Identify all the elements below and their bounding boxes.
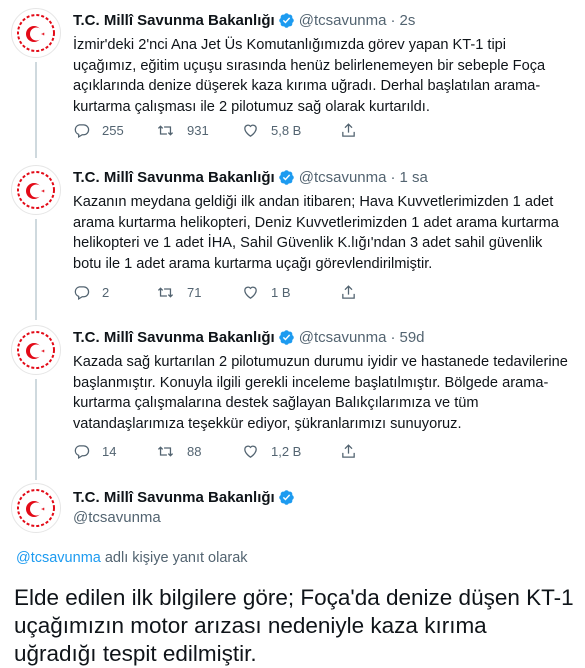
like-count: 5,8 B xyxy=(271,123,302,138)
account-name[interactable]: T.C. Millî Savunma Bakanlığı xyxy=(73,329,275,346)
heart-icon xyxy=(244,445,257,458)
account-handle[interactable]: @tcsavunma xyxy=(73,509,161,526)
retweet-icon xyxy=(157,125,174,136)
msb-emblem-icon xyxy=(17,489,55,527)
tweet-timestamp[interactable]: 59d xyxy=(399,329,424,346)
account-handle[interactable]: @tcsavunma xyxy=(299,169,387,186)
retweet-button[interactable]: 931 xyxy=(156,122,242,139)
tweet-1[interactable]: T.C. Millî Savunma Bakanlığı @tcsavunma … xyxy=(0,8,585,158)
avatar[interactable] xyxy=(11,8,61,58)
heart-icon xyxy=(244,124,257,137)
thread-line xyxy=(35,219,37,320)
share-button[interactable] xyxy=(340,284,369,301)
like-button[interactable]: 5,8 B xyxy=(242,122,340,139)
retweet-icon xyxy=(157,287,174,298)
share-icon xyxy=(342,123,355,137)
msb-emblem-icon xyxy=(17,331,55,369)
like-button[interactable]: 1,2 B xyxy=(242,443,340,460)
tweet-timestamp[interactable]: 1 sa xyxy=(399,169,427,186)
reply-button[interactable]: 2 xyxy=(73,284,156,301)
like-button[interactable]: 1 B xyxy=(242,284,340,301)
tweet-actions: 255 931 5,8 B xyxy=(73,122,369,139)
account-handle[interactable]: @tcsavunma xyxy=(299,12,387,29)
verified-badge-icon xyxy=(278,169,295,186)
retweet-button[interactable]: 71 xyxy=(156,284,242,301)
account-handle[interactable]: @tcsavunma xyxy=(299,329,387,346)
reply-button[interactable]: 255 xyxy=(73,122,156,139)
reply-icon xyxy=(74,445,90,460)
tweet-3[interactable]: T.C. Millî Savunma Bakanlığı @tcsavunma … xyxy=(0,325,585,480)
focused-tweet-header[interactable]: T.C. Millî Savunma Bakanlığı @tcsavunma xyxy=(0,483,585,543)
heart-icon xyxy=(244,286,257,299)
share-icon xyxy=(342,285,355,299)
reply-icon xyxy=(74,124,90,139)
retweet-button[interactable]: 88 xyxy=(156,443,242,460)
retweet-icon xyxy=(157,446,174,457)
tweet-2[interactable]: T.C. Millî Savunma Bakanlığı @tcsavunma … xyxy=(0,165,585,320)
avatar[interactable] xyxy=(11,483,61,533)
share-icon xyxy=(342,444,355,458)
reply-to-handle-link[interactable]: @tcsavunma xyxy=(16,550,101,566)
tweet-text: Kazanın meydana geldiği ilk andan itibar… xyxy=(73,194,559,272)
account-name[interactable]: T.C. Millî Savunma Bakanlığı xyxy=(73,169,275,186)
share-button[interactable] xyxy=(340,443,369,460)
tweet-text: İzmir'deki 2'nci Ana Jet Üs Komutanlığım… xyxy=(73,37,546,115)
reply-count: 14 xyxy=(102,444,117,459)
avatar[interactable] xyxy=(11,165,61,215)
thread-line xyxy=(35,62,37,158)
like-count: 1,2 B xyxy=(271,444,302,459)
msb-emblem-icon xyxy=(17,171,55,209)
retweet-count: 71 xyxy=(187,285,202,300)
thread-line xyxy=(35,379,37,480)
retweet-count: 88 xyxy=(187,444,202,459)
avatar[interactable] xyxy=(11,325,61,375)
reply-icon xyxy=(74,286,90,301)
tweet-actions: 14 88 1,2 B xyxy=(73,443,369,460)
reply-count: 2 xyxy=(102,285,110,300)
reply-to-suffix: adlı kişiye yanıt olarak xyxy=(100,550,248,566)
reply-button[interactable]: 14 xyxy=(73,443,156,460)
msb-emblem-icon xyxy=(17,14,55,52)
tweet-timestamp[interactable]: 2s xyxy=(399,12,415,29)
tweet-text: Kazada sağ kurtarılan 2 pilotumuzun duru… xyxy=(73,354,568,432)
verified-badge-icon xyxy=(278,329,295,346)
share-button[interactable] xyxy=(340,122,369,139)
retweet-count: 931 xyxy=(187,123,209,138)
account-name[interactable]: T.C. Millî Savunma Bakanlığı xyxy=(73,12,275,29)
tweet-actions: 2 71 1 B xyxy=(73,284,369,301)
account-name[interactable]: T.C. Millî Savunma Bakanlığı xyxy=(73,489,275,506)
reply-count: 255 xyxy=(102,123,124,138)
like-count: 1 B xyxy=(271,285,291,300)
focused-tweet-text: Elde edilen ilk bilgilere göre; Foça'da … xyxy=(14,585,574,666)
verified-badge-icon xyxy=(278,489,295,506)
verified-badge-icon xyxy=(278,12,295,29)
replying-to-line: @tcsavunma adlı kişiye yanıt olarak xyxy=(16,550,248,566)
